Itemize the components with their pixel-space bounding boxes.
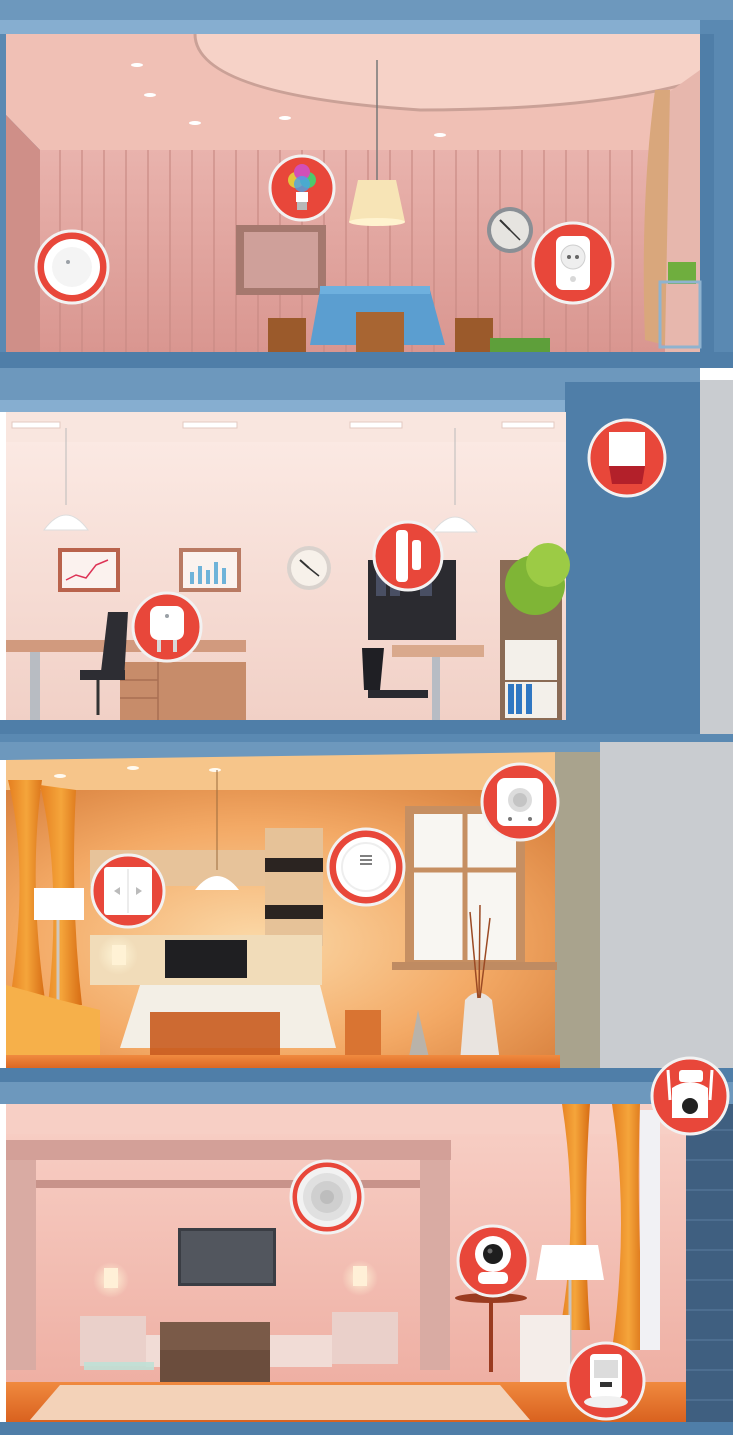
motion-sensor-icon [44, 239, 100, 295]
pet-feeder-icon [584, 1354, 628, 1408]
wall-socket-icon [556, 236, 590, 290]
smoke-detector-hotspot[interactable] [326, 827, 406, 907]
smart-plug-hotspot[interactable] [131, 591, 203, 663]
wall-switch-icon [104, 867, 152, 915]
floor-2-office [0, 368, 700, 734]
smart-socket-eu-hotspot[interactable] [531, 221, 615, 305]
siren-icon [609, 432, 645, 484]
outdoor-camera-hotspot[interactable] [650, 1056, 730, 1136]
hub-speaker-hotspot[interactable] [289, 1159, 365, 1235]
siren-hotspot[interactable] [587, 418, 667, 498]
indoor-camera-icon [475, 1236, 511, 1284]
smart-home-cutaway-illustration [0, 0, 733, 1435]
door-sensor-hotspot[interactable] [372, 520, 444, 592]
gas-detector-icon [497, 778, 543, 826]
smart-bulb-hotspot[interactable] [268, 154, 336, 222]
gas-detector-hotspot[interactable] [480, 762, 560, 842]
floor-1-dining-room [0, 0, 733, 368]
curtain-switch-hotspot[interactable] [90, 853, 166, 929]
pet-feeder-hotspot[interactable] [566, 1341, 646, 1421]
motion-sensor-hotspot[interactable] [34, 229, 110, 305]
indoor-camera-hotspot[interactable] [456, 1224, 530, 1298]
smoke-detector-icon [336, 837, 396, 897]
hub-speaker-icon [297, 1167, 357, 1227]
